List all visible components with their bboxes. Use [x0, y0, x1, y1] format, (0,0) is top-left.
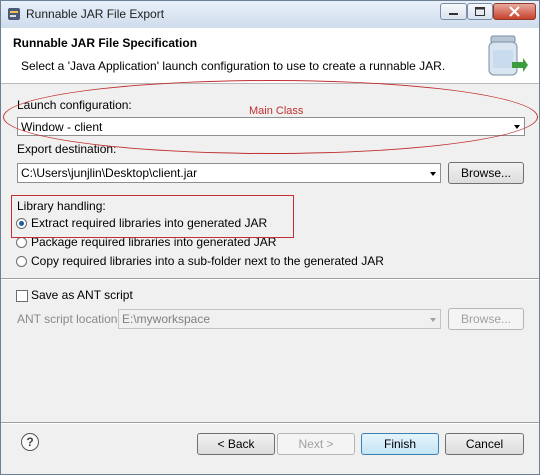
cancel-button[interactable]: Cancel [445, 433, 524, 455]
help-icon[interactable]: ? [21, 433, 39, 451]
next-button[interactable]: Next > [277, 433, 355, 455]
window-title: Runnable JAR File Export [26, 7, 165, 21]
page-description: Select a 'Java Application' launch confi… [21, 59, 446, 73]
chevron-down-icon [430, 172, 436, 176]
export-browse-button[interactable]: Browse... [448, 162, 524, 184]
eclipse-app-icon [8, 8, 20, 20]
close-icon [509, 6, 520, 17]
export-destination-value: C:\Users\junjlin\Desktop\client.jar [21, 166, 198, 180]
annotation-ellipse [3, 80, 538, 154]
radio-copy-libraries[interactable]: Copy required libraries into a sub-folde… [16, 254, 386, 270]
wizard-header: Runnable JAR File Specification Select a… [1, 28, 539, 84]
ant-location-input[interactable]: E:\myworkspace [118, 309, 441, 329]
minimize-button[interactable] [440, 3, 467, 20]
maximize-button[interactable] [467, 3, 493, 20]
annotation-library-box [11, 195, 294, 238]
checkbox[interactable] [16, 290, 28, 302]
minimize-icon [449, 13, 458, 15]
chevron-down-icon [430, 318, 436, 322]
dialog-window: Runnable JAR File Export Runnable JAR Fi… [0, 0, 540, 475]
back-button[interactable]: < Back [197, 433, 275, 455]
finish-button[interactable]: Finish [361, 433, 439, 455]
ant-location-value: E:\myworkspace [122, 312, 211, 326]
radio-button[interactable] [16, 237, 27, 248]
save-ant-script-label: Save as ANT script [31, 288, 133, 302]
radio-button[interactable] [16, 256, 27, 267]
page-title: Runnable JAR File Specification [13, 36, 198, 50]
jar-icon [488, 35, 528, 76]
export-destination-input[interactable]: C:\Users\junjlin\Desktop\client.jar [17, 163, 441, 183]
ant-location-label: ANT script location: [17, 312, 121, 326]
footer-separator [1, 422, 539, 424]
maximize-icon [475, 7, 485, 16]
ant-browse-button[interactable]: Browse... [448, 308, 524, 330]
close-button[interactable] [493, 3, 536, 20]
save-ant-script-checkbox[interactable]: Save as ANT script [16, 288, 156, 304]
separator [1, 278, 539, 280]
title-bar[interactable]: Runnable JAR File Export [1, 1, 539, 28]
radio-copy-label: Copy required libraries into a sub-folde… [31, 254, 384, 268]
annotation-main-class: Main Class [249, 105, 304, 117]
